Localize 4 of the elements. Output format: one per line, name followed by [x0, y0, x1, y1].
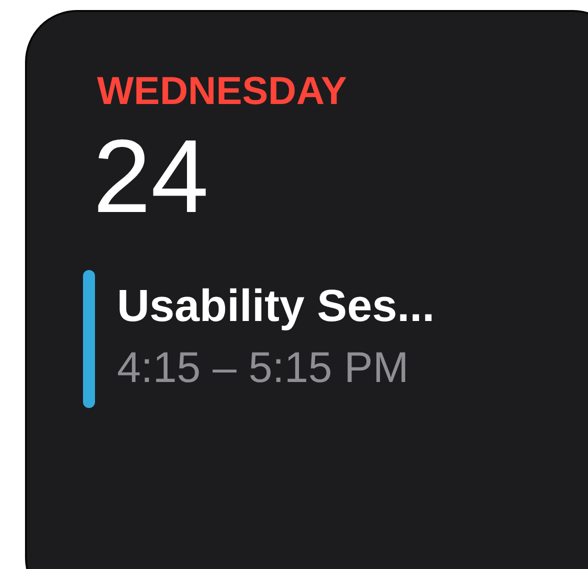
weekday-label: WEDNESDAY — [97, 70, 348, 114]
event-title: Usability Ses... — [117, 279, 435, 333]
event-time: 4:15 – 5:15 PM — [117, 343, 410, 394]
date-number: 24 — [93, 122, 210, 232]
